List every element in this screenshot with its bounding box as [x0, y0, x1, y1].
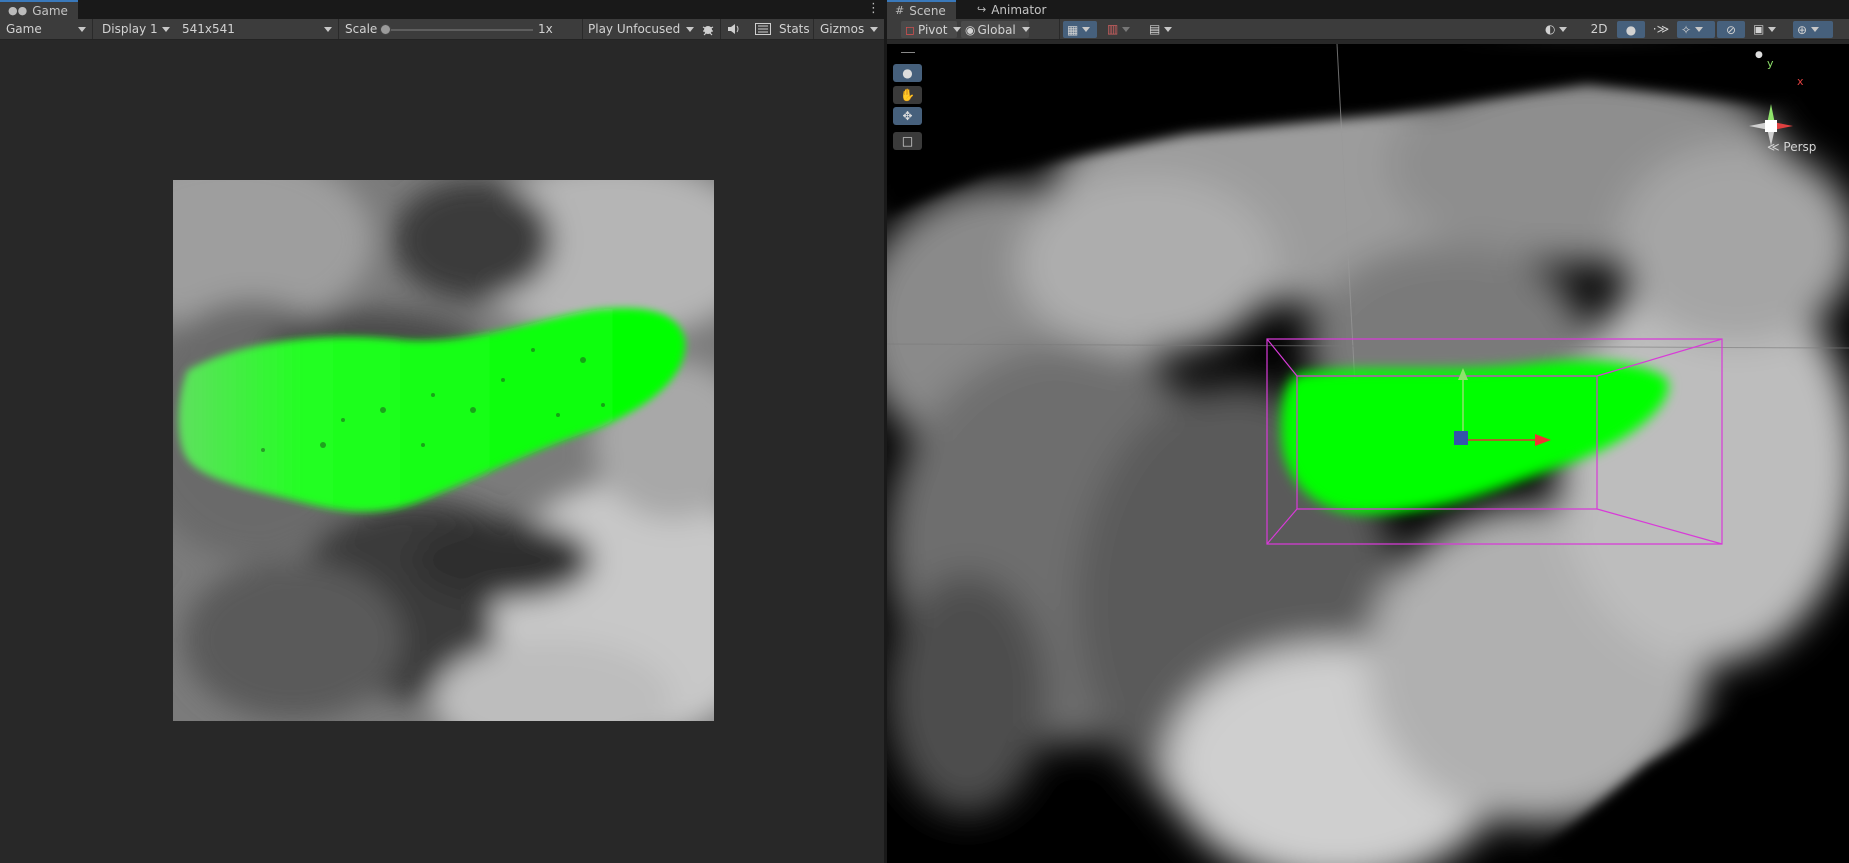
scene-tabbar: # Scene ↪ Animator: [887, 0, 1849, 19]
toolbar-divider: [92, 19, 93, 39]
custom-tool-button[interactable]: □: [893, 132, 922, 150]
chevron-down-icon: [1559, 26, 1568, 32]
view-tool-button[interactable]: ●: [893, 64, 922, 82]
panel-splitter[interactable]: [884, 0, 887, 863]
eye-slash-icon: ⊘: [1725, 22, 1737, 37]
display-mode-value: Game: [6, 22, 42, 36]
toolbar-divider: [720, 19, 721, 39]
chevron-down-icon: [1122, 26, 1131, 32]
scale-value: 1x: [538, 22, 553, 36]
mute-audio-icon[interactable]: [723, 19, 745, 39]
stats-button[interactable]: Stats: [775, 19, 814, 39]
chevron-down-icon: [78, 26, 86, 32]
ruler-toggle[interactable]: ▤: [1145, 19, 1181, 39]
effects-dropdown[interactable]: ✧: [1677, 21, 1715, 38]
tab-scene[interactable]: # Scene: [887, 0, 956, 19]
hand-icon: ✋: [900, 88, 915, 102]
play-mode-dropdown[interactable]: Play Unfocused: [584, 19, 695, 39]
tab-animator-label: Animator: [991, 2, 1047, 17]
chevron-down-icon: [1164, 26, 1173, 32]
scene-panel: # Scene ↪ Animator ◻ Pivot ◉ Global ▦ ▥: [887, 0, 1849, 863]
move-icon: ✥: [902, 109, 913, 123]
display-dropdown[interactable]: Display 1: [98, 19, 174, 39]
increment-snap-toggle[interactable]: ▥: [1103, 19, 1137, 39]
shortcuts-icon[interactable]: [751, 19, 775, 39]
chevron-down-icon: [870, 26, 878, 32]
global-label: Global: [977, 22, 1016, 37]
game-tabbar: ●● Game ⋮: [0, 0, 884, 19]
ruler-icon: ▤: [1149, 22, 1161, 36]
tab-game-label: Game: [32, 3, 68, 18]
view-tool-icon: ●: [902, 66, 913, 80]
resolution-value: 541x541: [182, 22, 235, 36]
axis-x-label: x: [1797, 75, 1804, 88]
shading-icon: ◐: [1545, 22, 1556, 36]
gizmos-label: Gizmos: [820, 22, 865, 36]
toolbar-divider: [338, 19, 339, 39]
grid-icon: #: [895, 4, 905, 17]
scene-viewport[interactable]: ● y x ≪ Persp ● ✋ ✥ □: [887, 44, 1849, 863]
grid-snap-icon: ▦: [1067, 22, 1079, 37]
lightbulb-icon: ●: [1625, 22, 1637, 37]
visibility-toggle[interactable]: ⊘: [1717, 21, 1745, 38]
chevron-down-icon: [1021, 27, 1030, 32]
gamepad-icon: ●●: [8, 4, 28, 17]
pivot-icon: ◻: [905, 22, 915, 37]
scale-slider-track[interactable]: [385, 29, 533, 31]
toolbar-divider: [582, 19, 583, 39]
global-dropdown[interactable]: ◉ Global: [961, 21, 1030, 38]
axis-y-label: y: [1767, 57, 1774, 70]
move-tool-button[interactable]: ✥: [893, 107, 922, 125]
scale-label: Scale: [345, 22, 378, 36]
chevron-down-icon: [1695, 27, 1704, 32]
toolbar-divider: [1059, 19, 1060, 39]
persp-label: Persp: [1783, 140, 1817, 154]
game-more-menu-icon[interactable]: ⋮: [867, 2, 880, 16]
overlay-handle[interactable]: [901, 52, 915, 53]
bug-icon[interactable]: [697, 19, 719, 39]
game-panel: ●● Game ⋮ Game Display 1 541x541 Scale 1…: [0, 0, 884, 863]
pivot-label: Pivot: [917, 22, 948, 37]
chevron-down-icon: [162, 26, 170, 32]
lock-icon[interactable]: ●: [1755, 50, 1763, 60]
document-icon: □: [901, 134, 914, 148]
scene-toolbar: ◻ Pivot ◉ Global ▦ ▥ ▤ ◐ 2D ● ⋅≫ ✧ ⊘ ▣ ⊕: [887, 19, 1849, 40]
chevron-down-icon: [686, 26, 695, 32]
gizmo-globe-icon: ⊕: [1797, 22, 1808, 37]
resolution-dropdown[interactable]: 541x541: [178, 19, 336, 39]
animator-icon: ↪: [977, 3, 987, 16]
camera-dropdown[interactable]: ▣: [1749, 19, 1789, 39]
grid-snap-toggle[interactable]: ▦: [1063, 21, 1097, 38]
scene-render-image: [887, 44, 1849, 863]
game-view-render[interactable]: [173, 180, 714, 721]
lighting-toggle[interactable]: ●: [1617, 21, 1645, 38]
display-mode-dropdown[interactable]: Game: [2, 19, 90, 39]
globe-icon: ◉: [965, 22, 976, 37]
tab-game[interactable]: ●● Game: [0, 0, 78, 19]
2d-toggle[interactable]: 2D: [1585, 19, 1613, 39]
display-value: Display 1: [102, 22, 158, 36]
game-render-image: [173, 180, 714, 721]
chevron-down-icon: [324, 26, 332, 32]
audio-toggle[interactable]: ⋅≫: [1647, 19, 1675, 39]
gizmos-dropdown[interactable]: Gizmos: [816, 19, 882, 39]
scale-slider-thumb[interactable]: [380, 24, 391, 35]
draw-mode-dropdown[interactable]: ◐: [1541, 19, 1577, 39]
effects-icon: ✧: [1681, 22, 1692, 37]
play-mode-value: Play Unfocused: [588, 22, 681, 36]
pivot-dropdown[interactable]: ◻ Pivot: [901, 21, 962, 38]
snap-icon: ▥: [1107, 22, 1119, 36]
tab-animator[interactable]: ↪ Animator: [969, 0, 1056, 19]
hand-tool-button[interactable]: ✋: [893, 86, 922, 104]
projection-toggle[interactable]: ≪ Persp: [1767, 140, 1816, 154]
gizmos-scene-dropdown[interactable]: ⊕: [1793, 21, 1833, 38]
toolbar-divider: [813, 19, 814, 39]
tab-scene-label: Scene: [909, 3, 946, 18]
camera-icon: ▣: [1753, 22, 1765, 36]
chevron-down-icon: [1768, 26, 1777, 32]
perspective-icon: ≪: [1767, 140, 1780, 154]
chevron-down-icon: [1811, 27, 1820, 32]
audio-off-icon: ⋅≫: [1652, 22, 1670, 36]
chevron-down-icon: [1082, 27, 1091, 32]
